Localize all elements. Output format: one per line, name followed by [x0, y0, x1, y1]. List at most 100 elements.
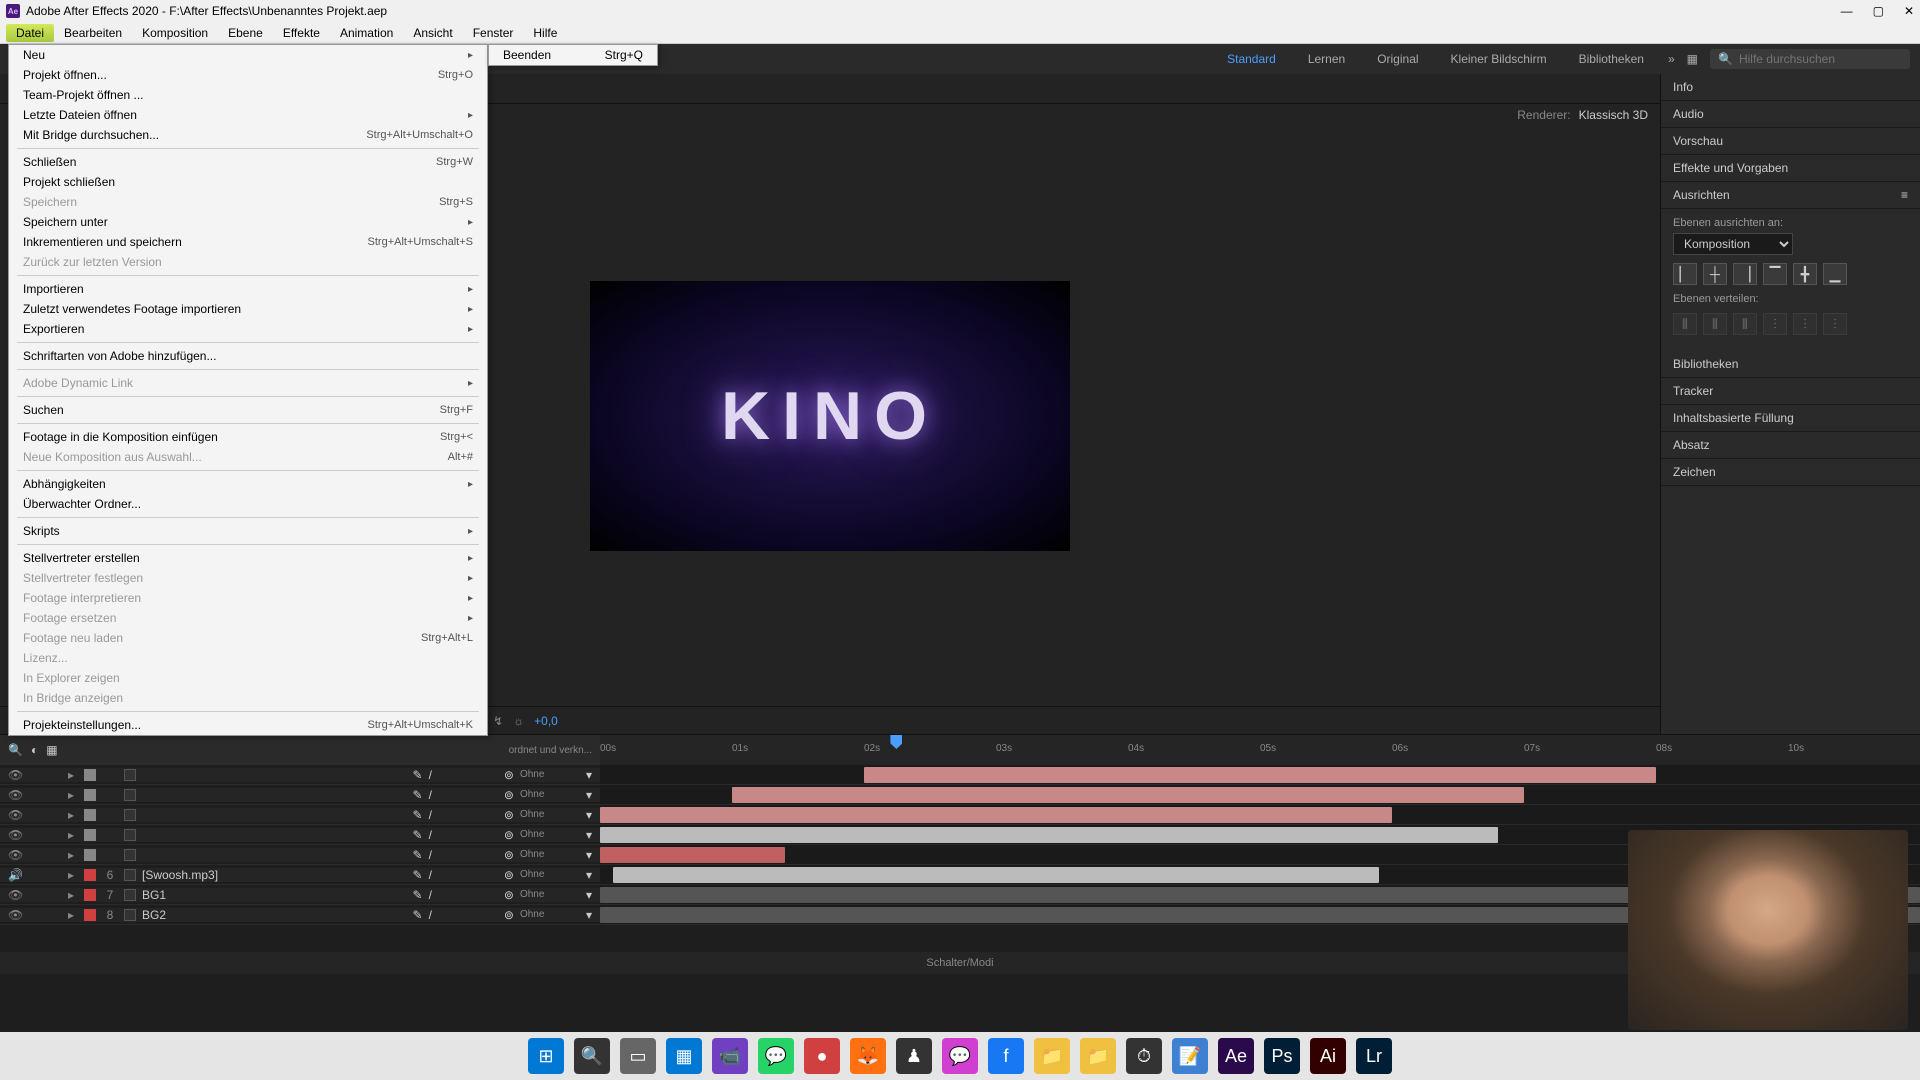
- visibility-icon[interactable]: 👁: [8, 848, 22, 862]
- quit-item[interactable]: Beenden Strg+Q: [489, 45, 657, 65]
- align-hcenter-icon[interactable]: ┼: [1703, 263, 1727, 285]
- close-button[interactable]: ✕: [1904, 4, 1914, 18]
- menu-hilfe[interactable]: Hilfe: [523, 24, 567, 42]
- timeline-row[interactable]: 👁 ▸ ✎/ ⊚ Ohne▾: [0, 805, 1920, 825]
- taskbar-icon[interactable]: Ps: [1264, 1038, 1300, 1074]
- menu-item[interactable]: Schriftarten von Adobe hinzufügen...: [9, 346, 487, 366]
- taskbar-icon[interactable]: 📝: [1172, 1038, 1208, 1074]
- align-top-icon[interactable]: ▔: [1763, 263, 1787, 285]
- tl-shy-icon[interactable]: ◐: [31, 743, 38, 757]
- visibility-icon[interactable]: 👁: [8, 908, 22, 922]
- panel-header[interactable]: Effekte und Vorgaben: [1661, 155, 1920, 182]
- taskbar-icon[interactable]: ⏱: [1126, 1038, 1162, 1074]
- taskbar-icon[interactable]: 💬: [942, 1038, 978, 1074]
- panel-header[interactable]: Zeichen: [1661, 459, 1920, 486]
- timeline-row[interactable]: 👁 ▸ ✎/ ⊚ Ohne▾: [0, 765, 1920, 785]
- menu-item[interactable]: Letzte Dateien öffnen▸: [9, 105, 487, 125]
- menu-item[interactable]: Projekt schließen: [9, 172, 487, 192]
- tl-fx-icon[interactable]: ▦: [46, 743, 57, 757]
- panel-header[interactable]: Info: [1661, 74, 1920, 101]
- taskbar-icon[interactable]: ▦: [666, 1038, 702, 1074]
- renderer-value[interactable]: Klassisch 3D: [1579, 108, 1648, 122]
- visibility-icon[interactable]: 👁: [8, 788, 22, 802]
- playhead[interactable]: [890, 735, 902, 749]
- visibility-icon[interactable]: 👁: [8, 828, 22, 842]
- menu-komposition[interactable]: Komposition: [132, 24, 218, 42]
- taskbar-icon[interactable]: Ae: [1218, 1038, 1254, 1074]
- workspace-kleiner bildschirm[interactable]: Kleiner Bildschirm: [1439, 48, 1559, 70]
- layer-bar[interactable]: [600, 827, 1498, 843]
- menu-datei[interactable]: Datei: [6, 24, 54, 42]
- menu-item[interactable]: Abhängigkeiten▸: [9, 474, 487, 494]
- taskbar-icon[interactable]: ⊞: [528, 1038, 564, 1074]
- menu-item[interactable]: Skripts▸: [9, 521, 487, 541]
- timeline-icon[interactable]: ↯: [493, 714, 503, 728]
- menu-item[interactable]: Zuletzt verwendetes Footage importieren▸: [9, 299, 487, 319]
- exposure-icon[interactable]: ☼: [513, 714, 524, 728]
- help-search-input[interactable]: [1739, 52, 1902, 66]
- menu-bearbeiten[interactable]: Bearbeiten: [54, 24, 132, 42]
- workspace-original[interactable]: Original: [1365, 48, 1430, 70]
- layer-bar[interactable]: [600, 807, 1392, 823]
- visibility-icon[interactable]: 👁: [8, 768, 22, 782]
- workspace-bibliotheken[interactable]: Bibliotheken: [1567, 48, 1656, 70]
- menu-item[interactable]: Projekteinstellungen...Strg+Alt+Umschalt…: [9, 715, 487, 735]
- menu-item[interactable]: Team-Projekt öffnen ...: [9, 85, 487, 105]
- menu-item[interactable]: Überwachter Ordner...: [9, 494, 487, 514]
- align-left-icon[interactable]: ▏: [1673, 263, 1697, 285]
- menu-effekte[interactable]: Effekte: [273, 24, 330, 42]
- visibility-icon[interactable]: 🔊: [8, 868, 22, 882]
- menu-item[interactable]: SchließenStrg+W: [9, 152, 487, 172]
- taskbar-icon[interactable]: 🔍: [574, 1038, 610, 1074]
- taskbar-icon[interactable]: 📁: [1080, 1038, 1116, 1074]
- taskbar-icon[interactable]: ♟: [896, 1038, 932, 1074]
- panel-header[interactable]: Bibliotheken: [1661, 351, 1920, 378]
- visibility-icon[interactable]: 👁: [8, 808, 22, 822]
- taskbar-icon[interactable]: ●: [804, 1038, 840, 1074]
- panel-header[interactable]: Absatz: [1661, 432, 1920, 459]
- menu-item[interactable]: Importieren▸: [9, 279, 487, 299]
- workspace-lernen[interactable]: Lernen: [1296, 48, 1357, 70]
- align-target-select[interactable]: Komposition: [1673, 233, 1793, 255]
- panel-menu-icon[interactable]: ≡: [1901, 188, 1908, 202]
- timeline-ruler[interactable]: 00s01s02s03s04s05s06s07s08s10s: [600, 735, 1920, 765]
- tl-search-icon[interactable]: 🔍: [8, 743, 23, 757]
- align-vcenter-icon[interactable]: ╋: [1793, 263, 1817, 285]
- align-right-icon[interactable]: ▕: [1733, 263, 1757, 285]
- taskbar-icon[interactable]: 🦊: [850, 1038, 886, 1074]
- timeline-row[interactable]: 👁 ▸ ✎/ ⊚ Ohne▾: [0, 785, 1920, 805]
- menu-ansicht[interactable]: Ansicht: [403, 24, 462, 42]
- exposure-value[interactable]: +0,0: [534, 714, 558, 728]
- layer-bar[interactable]: [864, 767, 1656, 783]
- expand-workspaces-icon[interactable]: »: [1668, 52, 1675, 66]
- panel-header[interactable]: Vorschau: [1661, 128, 1920, 155]
- maximize-button[interactable]: ▢: [1873, 4, 1884, 18]
- panel-ausrichten[interactable]: Ausrichten≡: [1661, 182, 1920, 209]
- menu-fenster[interactable]: Fenster: [463, 24, 524, 42]
- help-search[interactable]: 🔍: [1710, 49, 1910, 69]
- menu-item[interactable]: SuchenStrg+F: [9, 400, 487, 420]
- panel-header[interactable]: Tracker: [1661, 378, 1920, 405]
- layer-bar[interactable]: [613, 867, 1379, 883]
- taskbar-icon[interactable]: 📁: [1034, 1038, 1070, 1074]
- minimize-button[interactable]: —: [1841, 4, 1853, 18]
- taskbar-icon[interactable]: Ai: [1310, 1038, 1346, 1074]
- layer-bar[interactable]: [600, 847, 785, 863]
- menu-item[interactable]: Exportieren▸: [9, 319, 487, 339]
- menu-item[interactable]: Neu▸: [9, 45, 487, 65]
- menu-item[interactable]: Mit Bridge durchsuchen...Strg+Alt+Umscha…: [9, 125, 487, 145]
- taskbar-icon[interactable]: ▭: [620, 1038, 656, 1074]
- panel-toggle-icon[interactable]: ▦: [1687, 52, 1698, 66]
- taskbar-icon[interactable]: Lr: [1356, 1038, 1392, 1074]
- menu-item[interactable]: Projekt öffnen...Strg+O: [9, 65, 487, 85]
- menu-ebene[interactable]: Ebene: [218, 24, 273, 42]
- visibility-icon[interactable]: 👁: [8, 888, 22, 902]
- taskbar-icon[interactable]: 💬: [758, 1038, 794, 1074]
- taskbar-icon[interactable]: 📹: [712, 1038, 748, 1074]
- menu-item[interactable]: Inkrementieren und speichernStrg+Alt+Ums…: [9, 232, 487, 252]
- menu-item[interactable]: Speichern unter▸: [9, 212, 487, 232]
- align-bottom-icon[interactable]: ▁: [1823, 263, 1847, 285]
- taskbar-icon[interactable]: f: [988, 1038, 1024, 1074]
- workspace-standard[interactable]: Standard: [1215, 48, 1288, 70]
- menu-item[interactable]: Footage in die Komposition einfügenStrg+…: [9, 427, 487, 447]
